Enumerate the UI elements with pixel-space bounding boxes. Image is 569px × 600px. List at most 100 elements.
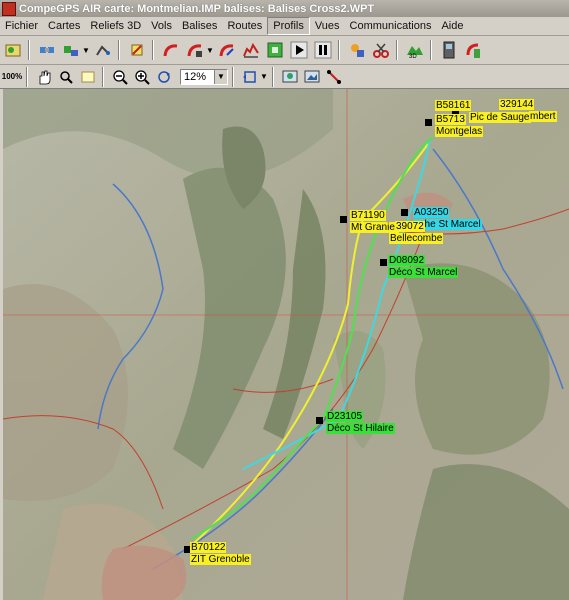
dropdown-arrow-icon[interactable]: ▼ — [82, 46, 90, 55]
waypoint-code: B70122 — [191, 542, 226, 553]
waypoint-label[interactable]: B71190 — [350, 210, 386, 221]
waypoint-label[interactable]: Pic de Sauge — [469, 112, 531, 123]
note-button[interactable] — [78, 67, 98, 86]
track-edit-icon — [219, 44, 234, 57]
waypoint-label[interactable]: Montgelas — [435, 126, 484, 137]
view-image-button[interactable] — [302, 67, 322, 86]
satellite-save-icon — [64, 46, 78, 56]
toolbar-separator — [232, 66, 234, 87]
waypoint-label[interactable]: mbert — [529, 111, 557, 122]
waypoint-name: Déco St Hilaire — [327, 423, 394, 434]
waypoint-name: ZIT Grenoble — [191, 554, 250, 565]
title-bar: CompeGPS AIR carte: Montmelian.IMP balis… — [0, 0, 569, 17]
waypoint-name: Déco St Marcel — [389, 267, 458, 278]
menu-cartes[interactable]: Cartes — [43, 18, 85, 34]
pause-button[interactable] — [312, 39, 334, 61]
menu-profils[interactable]: Profils — [267, 17, 310, 35]
menu-aide[interactable]: Aide — [436, 18, 468, 34]
waypoint-code: A03250 — [414, 207, 449, 218]
track-edit-button[interactable] — [216, 39, 238, 61]
profile-button[interactable] — [240, 39, 262, 61]
track-save-button[interactable] — [184, 39, 206, 61]
waypoint-code: 39072 — [396, 221, 424, 232]
zoom-out-button[interactable] — [110, 67, 130, 86]
menu-bar: Fichier Cartes Reliefs 3D Vols Balises R… — [0, 17, 569, 36]
scissors-button[interactable] — [370, 39, 392, 61]
gps-transfer-button[interactable] — [462, 39, 484, 61]
map-open-icon — [5, 44, 21, 57]
waypoint-load-button[interactable] — [36, 39, 58, 61]
waypoint-label[interactable]: B58161 — [435, 100, 472, 111]
play-button[interactable] — [288, 39, 310, 61]
menu-reliefs-3d[interactable]: Reliefs 3D — [85, 18, 146, 34]
waypoint-name: Montgelas — [436, 126, 483, 137]
toolbar-separator — [430, 40, 432, 60]
waypoint-label[interactable]: 39072 — [395, 221, 425, 232]
zoom-level-select[interactable]: 12% ▼ — [180, 68, 228, 85]
frame-button[interactable] — [240, 67, 260, 86]
open-map-button[interactable] — [2, 39, 24, 61]
topographic-map[interactable] — [3, 89, 569, 600]
dropdown-arrow-icon[interactable]: ▼ — [260, 72, 268, 81]
waypoint-name: Pic de Sauge — [470, 112, 530, 123]
waypoint-marker[interactable] — [380, 259, 387, 266]
waypoint-label[interactable]: B70122 — [190, 542, 227, 553]
edit-waypoint-button[interactable] — [126, 39, 148, 61]
waypoint-label[interactable]: Bellecombe — [389, 233, 444, 244]
waypoint-label[interactable]: Déco St Hilaire — [326, 423, 395, 434]
map-view[interactable]: B58161 329144 Pic de Sauge mbert B5713 M… — [3, 89, 569, 600]
route-icon — [96, 45, 110, 56]
note-icon — [81, 71, 95, 82]
view-toolbar: 100% 12% ▼ ▼ — [0, 65, 569, 89]
tools-button[interactable] — [346, 39, 368, 61]
menu-vols[interactable]: Vols — [146, 18, 177, 34]
waypoint-marker[interactable] — [425, 119, 432, 126]
menu-vues[interactable]: Vues — [310, 18, 345, 34]
track-red-save-icon — [187, 44, 202, 57]
toolbar-separator — [396, 40, 398, 60]
dropdown-arrow-icon[interactable]: ▼ — [206, 46, 214, 55]
waypoint-save-button[interactable] — [60, 39, 82, 61]
waypoint-code: D08092 — [389, 255, 425, 266]
tools-icon — [351, 44, 364, 57]
pan-button[interactable] — [34, 67, 54, 86]
play-green-button[interactable] — [264, 39, 286, 61]
waypoint-label[interactable]: Mt Granier — [350, 222, 400, 233]
toolbar-separator — [118, 40, 120, 60]
track-open-button[interactable] — [160, 39, 182, 61]
chevron-down-icon[interactable]: ▼ — [214, 69, 227, 84]
scissors-icon — [373, 43, 389, 58]
waypoint-label[interactable]: B5713 — [435, 114, 466, 125]
waypoint-label[interactable]: ZIT Grenoble — [190, 554, 251, 565]
measure-button[interactable] — [324, 67, 344, 86]
menu-routes[interactable]: Routes — [222, 18, 267, 34]
toolbar-separator — [152, 40, 154, 60]
menu-fichier[interactable]: Fichier — [0, 18, 43, 34]
view-globe-button[interactable] — [280, 67, 300, 86]
menu-communications[interactable]: Communications — [345, 18, 437, 34]
waypoint-marker[interactable] — [340, 216, 347, 223]
waypoint-label[interactable]: A03250 — [413, 207, 450, 218]
waypoint-marker[interactable] — [316, 417, 323, 424]
refresh-zoom-icon — [158, 70, 170, 83]
3d-button[interactable]: 3D — [404, 39, 426, 61]
measure-line-icon — [327, 69, 341, 84]
waypoint-code: B71190 — [351, 210, 385, 221]
zoom-refresh-button[interactable] — [154, 67, 174, 86]
hand-icon — [39, 70, 51, 84]
route-button[interactable] — [92, 39, 114, 61]
app-icon — [2, 1, 16, 16]
record-square-icon — [267, 42, 283, 58]
waypoint-label[interactable]: D08092 — [388, 255, 426, 266]
waypoint-label[interactable]: 329144 — [499, 99, 535, 110]
zoom-100-label: 100% — [1, 72, 23, 81]
waypoint-label[interactable]: Déco St Marcel — [388, 267, 459, 278]
zoom-in-button[interactable] — [132, 67, 152, 86]
gps-button[interactable] — [438, 39, 460, 61]
hand-pencil-icon — [131, 44, 143, 56]
waypoint-label[interactable]: D23105 — [326, 411, 364, 422]
waypoint-marker[interactable] — [401, 209, 408, 216]
zoom-100-button[interactable]: 100% — [2, 67, 22, 86]
menu-balises[interactable]: Balises — [177, 18, 222, 34]
zoom-select-button[interactable] — [56, 67, 76, 86]
